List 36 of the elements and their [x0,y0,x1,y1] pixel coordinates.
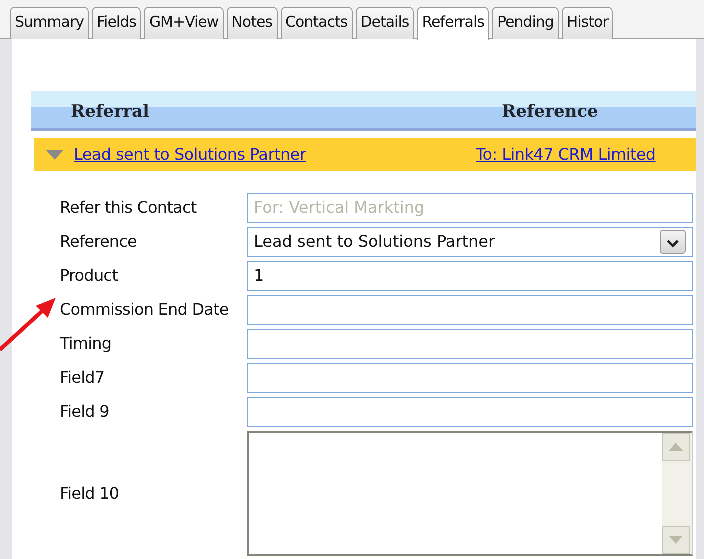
field-label: Refer this Contact [59,197,198,219]
field-label: Product [59,265,119,287]
tab[interactable]: Contacts [280,7,353,39]
field-label: Field 9 [59,401,110,423]
field-label: Field 10 [59,482,120,504]
column-header: Reference [502,100,598,124]
input-field[interactable] [247,363,693,393]
field-label: Commission End Date [59,299,230,321]
tab[interactable]: Summary [10,7,89,39]
scrollbar[interactable] [662,433,692,554]
input-field[interactable]: 1 [247,261,693,291]
reference-link[interactable]: To: Link47 CRM Limited [476,142,656,166]
triangle-up-icon [669,443,683,451]
column-header: Referral [70,100,150,124]
scroll-down-button[interactable] [662,526,690,554]
input-field[interactable] [247,329,693,359]
tab[interactable]: Referrals [417,7,490,40]
dropdown-button[interactable] [660,230,686,254]
tab[interactable]: Fields [92,7,142,39]
input-field[interactable] [247,397,693,427]
tab[interactable]: Notes [226,7,278,39]
collapse-triangle-icon[interactable] [46,150,64,160]
tab[interactable]: Pending [492,7,559,39]
dropdown-field[interactable]: Lead sent to Solutions Partner [247,227,693,257]
tab[interactable]: GM+View [144,7,224,39]
tab[interactable]: Histor [562,7,614,39]
referral-row[interactable]: Lead sent to Solutions Partner To: Link47 CRM Limited [34,138,696,171]
input-field[interactable] [247,295,693,325]
field-label: Timing [59,333,113,355]
triangle-down-icon [669,536,683,544]
referral-link[interactable]: Lead sent to Solutions Partner [74,142,476,166]
tab[interactable]: Details [356,7,414,39]
scroll-up-button[interactable] [662,433,690,461]
field-label: Field7 [59,367,106,389]
text-area[interactable] [247,431,693,556]
field-label: Reference [59,231,138,253]
